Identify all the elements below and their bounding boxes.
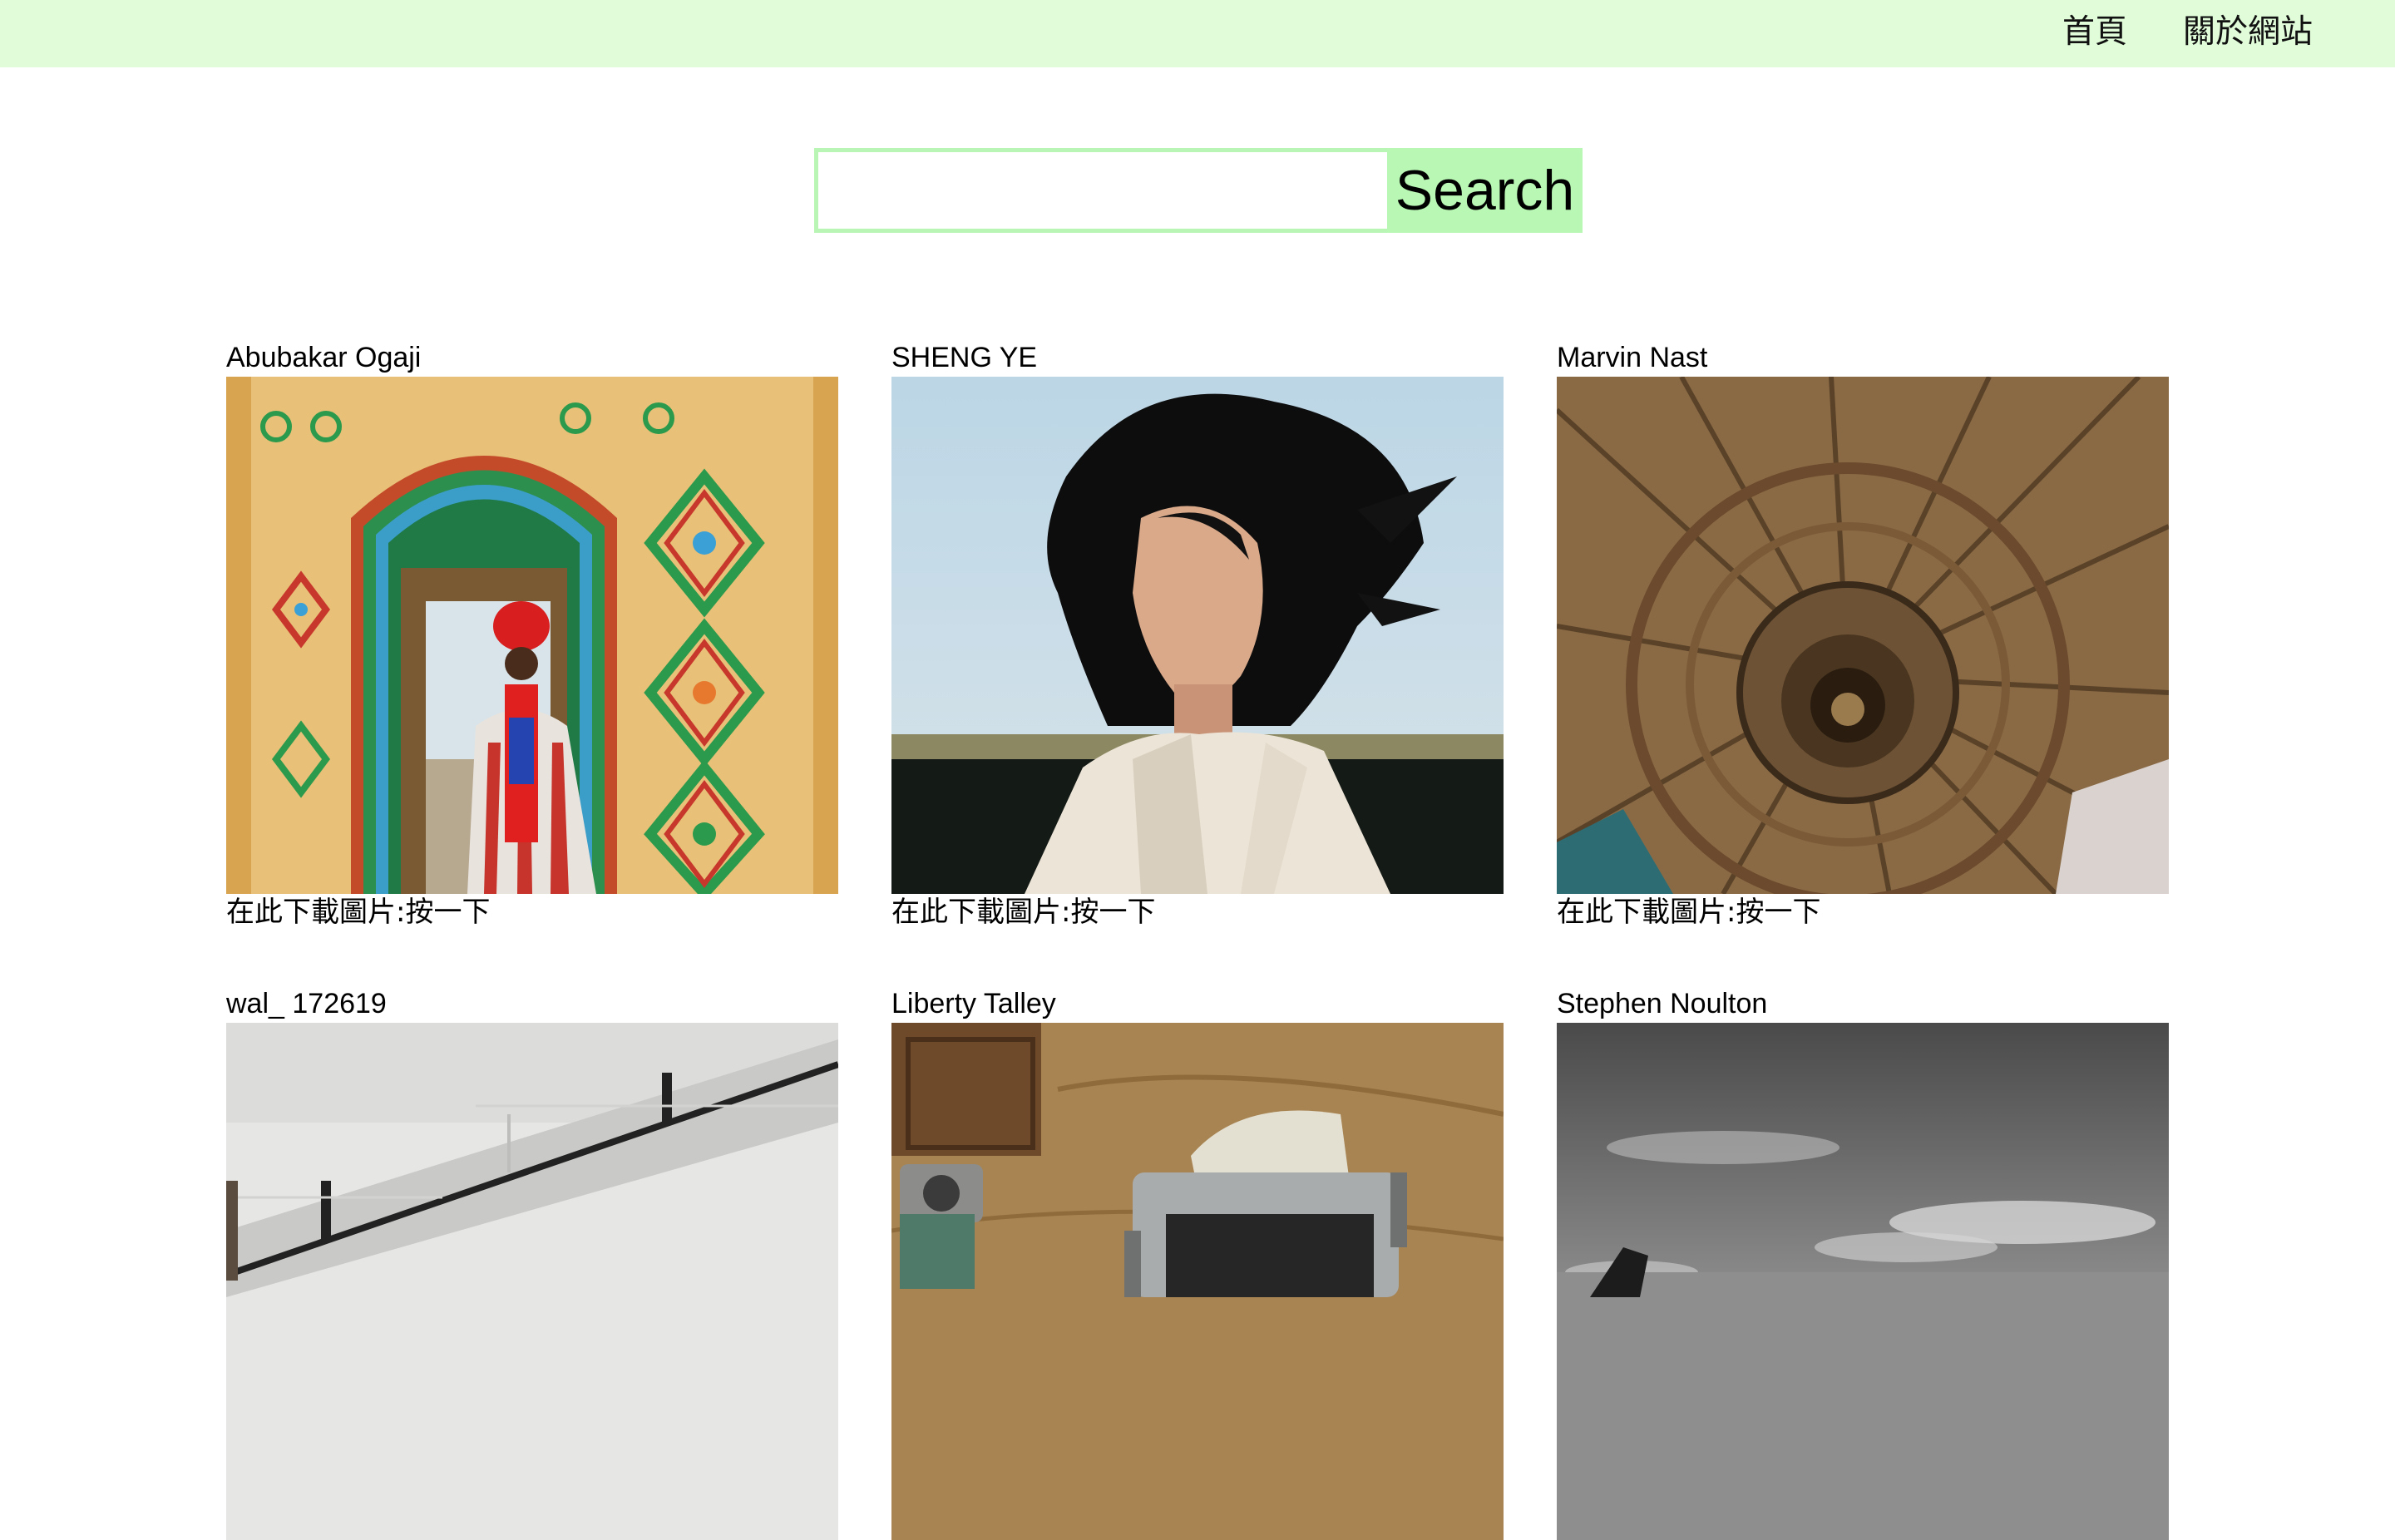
photo-card: wal_ 172619: [226, 987, 838, 1540]
photo-card: SHENG YE 在此下載圖片:按一下: [891, 341, 1504, 929]
photo-author: Marvin Nast: [1557, 342, 1708, 373]
photo-image[interactable]: [1557, 377, 2169, 894]
photo-image[interactable]: [1557, 1023, 2169, 1540]
download-link[interactable]: 在此下載圖片:按一下: [1557, 896, 2169, 929]
photo-card: Stephen Noulton: [1557, 987, 2169, 1540]
nav-home-link[interactable]: 首頁: [2062, 12, 2127, 53]
top-nav-bar: 首頁 關於網站: [0, 0, 2395, 67]
photo-image[interactable]: [226, 1023, 838, 1540]
download-link[interactable]: 在此下載圖片:按一下: [226, 896, 838, 929]
search-button[interactable]: Search: [1387, 148, 1583, 233]
photo-card: Marvin Nast 在此下載圖片:按一下: [1557, 341, 2169, 929]
photo-image[interactable]: [891, 1023, 1504, 1540]
photo-card: Liberty Talley: [891, 987, 1504, 1540]
photo-author: wal_ 172619: [226, 988, 387, 1019]
search-input[interactable]: [814, 148, 1387, 233]
nav-about-link[interactable]: 關於網站: [2183, 12, 2313, 53]
photo-author: SHENG YE: [891, 342, 1038, 373]
photo-card: Abubakar Ogaji 在此下載圖片:按一下: [226, 341, 838, 929]
photo-author: Stephen Noulton: [1557, 988, 1768, 1019]
photo-image[interactable]: [226, 377, 838, 894]
search-form: Search: [814, 148, 1583, 233]
photo-author: Abubakar Ogaji: [226, 342, 422, 373]
photo-author: Liberty Talley: [891, 988, 1056, 1019]
photo-image[interactable]: [891, 377, 1504, 894]
download-link[interactable]: 在此下載圖片:按一下: [891, 896, 1504, 929]
